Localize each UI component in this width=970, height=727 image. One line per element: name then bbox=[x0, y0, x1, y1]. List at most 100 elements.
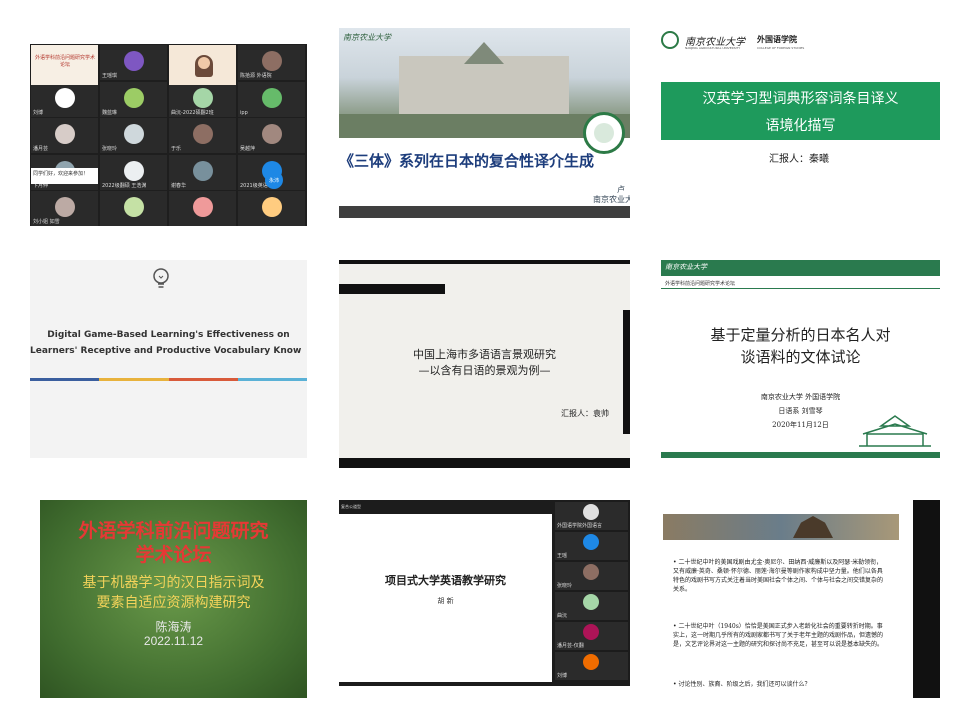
presenter-name: 陈海涛 bbox=[155, 620, 192, 634]
side-participant[interactable]: 潘月芸-仅翻 bbox=[555, 622, 628, 650]
chat-bubble: 同学们好，欢迎来参加！ bbox=[31, 168, 98, 184]
header-band: 南京农业大学 bbox=[661, 260, 940, 276]
university-seal-icon bbox=[661, 31, 679, 49]
face-icon bbox=[198, 57, 210, 69]
side-participant[interactable]: 外国语学院外国语言 bbox=[555, 502, 628, 530]
forum-label: 外语学科前沿问题研究学术论坛 bbox=[665, 281, 736, 287]
side-participant[interactable]: 刘博 bbox=[555, 652, 628, 680]
participant-tile[interactable]: 陈拾源 外语院 bbox=[238, 45, 305, 80]
pavilion-drawing bbox=[857, 412, 933, 448]
side-participant[interactable]: 张晓玲 bbox=[555, 562, 628, 590]
college-en: COLLEGE OF FOREIGN STUDIES bbox=[757, 46, 805, 50]
side-participant[interactable]: 王瑶 bbox=[555, 532, 628, 560]
title-line2: Learners' Receptive and Productive Vocab… bbox=[30, 346, 302, 356]
participant-name: 刘博 bbox=[33, 109, 44, 116]
participant-avatar-icon bbox=[192, 160, 213, 181]
participant-avatar-icon bbox=[192, 124, 213, 144]
title-line2: 谈语料的文体试论 bbox=[740, 348, 861, 366]
right-black-bar bbox=[913, 500, 940, 698]
participant-avatar-icon bbox=[261, 87, 282, 108]
title-line1: Digital Game-Based Learning's Effectiven… bbox=[47, 330, 290, 340]
university-logo-text: 南京农业大学 bbox=[343, 33, 391, 42]
slide-machine-learning-deixis: 外语学科前沿问题研究 学术论坛 基于机器学习的汉日指示词及 要素自适应资源构建研… bbox=[40, 500, 307, 698]
title-line2: 学术论坛 bbox=[135, 544, 212, 566]
slide-dictionary-adjectives: 南京农业大学 NANJING AGRICULTURAL UNIVERSITY 外… bbox=[661, 28, 940, 194]
participant-name: 曲沅-2022硕翻2班 bbox=[171, 109, 214, 116]
participant-tile[interactable]: 刘小姐 如雪 bbox=[31, 191, 98, 226]
reporter-label: 汇报人：秦曦 bbox=[769, 154, 829, 165]
seal-inner bbox=[594, 123, 614, 143]
bullet-2: • 二十世纪中叶（1940s）恰恰是美国正式步入老龄化社会的重要转折时期。事实上… bbox=[673, 622, 883, 649]
participant-tile[interactable]: 2022级翻硕 王浩渊 bbox=[100, 154, 167, 190]
bullet-1-text: 二十世纪中叶的美国戏剧由尤金·奥尼尔、田纳西·威廉斯以及阿瑟·米勒领衔，又有威廉… bbox=[673, 559, 884, 593]
participant-name: 陈拾源 外语院 bbox=[240, 73, 272, 79]
slide-title: 项目式大学英语教学研究 bbox=[385, 574, 506, 587]
slide-santi-translation: 南京农业大学 《三体》系列在日本的复合性译介生成 卢 南京农业大 bbox=[339, 28, 630, 218]
participant-name: 潘月芸-仅翻 bbox=[557, 643, 584, 649]
header-photo bbox=[663, 514, 899, 540]
participant-name: 王瑶 bbox=[557, 553, 568, 559]
university-en: NANJING AGRICULTURAL UNIVERSITY bbox=[685, 46, 741, 50]
participant-tile[interactable]: 魏蓝琳 bbox=[100, 81, 167, 117]
bottom-bar bbox=[339, 458, 630, 468]
slide-game-based-learning: Digital Game-Based Learning's Effectiven… bbox=[30, 260, 307, 458]
participant-tile[interactable]: 曲沅-2022硕翻2班 bbox=[169, 81, 236, 117]
participant-tile[interactable]: ipp bbox=[238, 81, 305, 117]
pagoda-shape bbox=[793, 516, 833, 538]
black-bar-left bbox=[339, 284, 445, 294]
participant-name: 2022级翻硕 王浩渊 bbox=[102, 182, 147, 189]
participant-avatar-icon bbox=[583, 624, 599, 640]
participant-tile[interactable] bbox=[238, 191, 305, 226]
participant-avatar-icon bbox=[123, 197, 144, 217]
side-participant[interactable]: 曲沅 bbox=[555, 592, 628, 620]
shared-slide-thumb: 外语学科前沿问题研究学术论坛 bbox=[31, 45, 98, 85]
slide-project-based-english: 项目式大学英语教学研究 胡 新 复合公道型 外国语学院外国语言 王瑶张晓玲曲沅潘月… bbox=[339, 500, 630, 686]
participant-name: 潘月芸 bbox=[33, 146, 49, 152]
footer-band bbox=[661, 452, 940, 458]
participant-avatar-icon bbox=[583, 534, 599, 550]
participant-name: 外国语学院外国语言 bbox=[557, 523, 603, 529]
participant-tile[interactable] bbox=[169, 191, 236, 226]
slide-japanese-celebrity-corpus: 南京农业大学 外语学科前沿问题研究学术论坛 基于定量分析的日本名人对 谈语料的文… bbox=[661, 260, 940, 458]
university-seal-icon bbox=[583, 112, 625, 154]
participant-avatar-icon bbox=[261, 124, 282, 144]
color-stripe bbox=[30, 378, 307, 381]
participant-tile[interactable]: 潘月芸 bbox=[31, 118, 98, 153]
bullet-3-text: 讨论性别、族裔、阶级之后，我们还可以谈什么？ bbox=[678, 681, 811, 688]
participant-name: ipp bbox=[240, 109, 248, 116]
slide-title: 《三体》系列在日本的复合性译介生成 bbox=[339, 152, 595, 170]
participant-avatar-icon bbox=[54, 124, 75, 144]
participant-avatar-icon bbox=[192, 197, 213, 217]
stripe-red bbox=[168, 378, 238, 381]
shared-slide: 项目式大学英语教学研究 胡 新 bbox=[339, 514, 552, 682]
participant-avatar-icon bbox=[192, 87, 213, 108]
building-shape bbox=[399, 56, 569, 114]
participant-name: 谢春华 bbox=[171, 182, 187, 189]
lightbulb-icon bbox=[152, 268, 170, 288]
divider bbox=[661, 288, 940, 289]
participant-tile[interactable]: 谢春华 bbox=[169, 154, 236, 190]
participant-avatar-icon bbox=[123, 124, 144, 144]
title-line2: 语境化描写 bbox=[765, 118, 836, 134]
participant-tile[interactable]: 张晓玲 bbox=[100, 118, 167, 153]
stripe-blue bbox=[30, 378, 100, 381]
participant-name: 2021级英语 bbox=[240, 182, 268, 189]
participant-avatar-icon bbox=[261, 51, 282, 71]
participant-name: 王瑶琪 bbox=[102, 73, 118, 79]
participant-avatar-icon bbox=[123, 87, 144, 108]
college-name: 外国语学院 bbox=[757, 35, 797, 44]
participant-name: 曲沅 bbox=[557, 613, 568, 619]
participant-name: 于乐 bbox=[171, 146, 182, 152]
subtitle-line2: 要素自适应资源构建研究 bbox=[96, 595, 251, 611]
participant-tile[interactable] bbox=[100, 191, 167, 226]
share-label: 复合公道型 bbox=[341, 504, 361, 509]
participant-tile[interactable]: 于乐 bbox=[169, 118, 236, 153]
participant-tile[interactable]: 刘博 bbox=[31, 81, 98, 117]
participant-avatar-icon bbox=[54, 197, 75, 217]
shared-slide-title: 外语学科前沿问题研究学术论坛 bbox=[35, 55, 96, 68]
participant-tile[interactable]: 吴越萍 bbox=[238, 118, 305, 153]
bullet-1: • 二十世纪中叶的美国戏剧由尤金·奥尼尔、田纳西·威廉斯以及阿瑟·米勒领衔，又有… bbox=[673, 558, 883, 594]
participant-tile[interactable]: 王瑶琪 bbox=[100, 45, 167, 80]
title-line1: 外语学科前沿问题研究 bbox=[78, 520, 269, 542]
school-line: 南京农业大学 外国语学院 bbox=[760, 393, 841, 401]
